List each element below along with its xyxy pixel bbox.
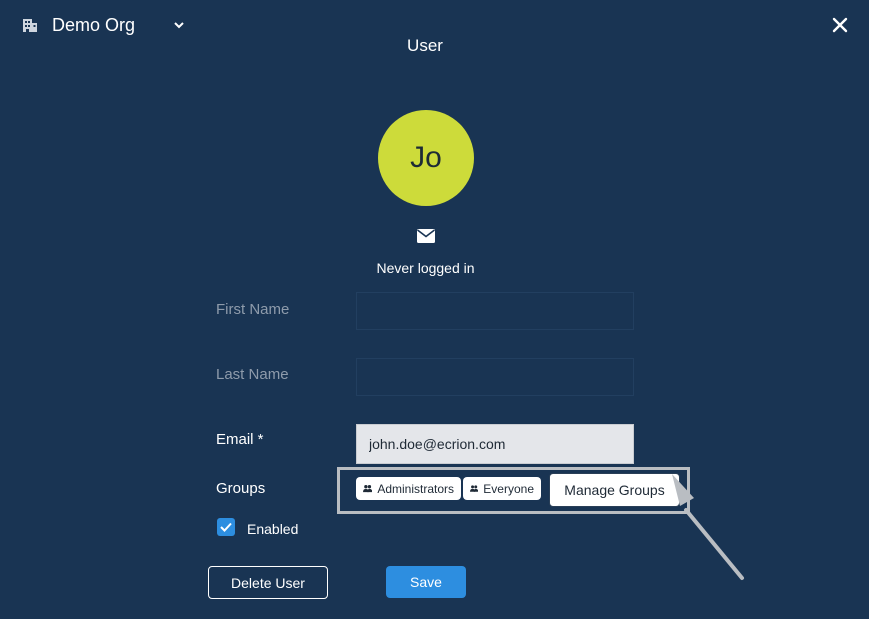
envelope-icon[interactable] bbox=[417, 229, 435, 243]
last-login-status: Never logged in bbox=[376, 260, 475, 276]
groups-label: Groups bbox=[216, 480, 266, 497]
checkmark-icon bbox=[220, 522, 232, 532]
dialog-title: User bbox=[407, 36, 443, 55]
save-button[interactable]: Save bbox=[386, 566, 466, 598]
last-name-label: Last Name bbox=[216, 366, 289, 383]
enabled-checkbox[interactable] bbox=[217, 518, 235, 536]
delete-user-button[interactable]: Delete User bbox=[208, 566, 328, 599]
close-icon[interactable] bbox=[831, 16, 849, 34]
enabled-label: Enabled bbox=[247, 521, 299, 537]
first-name-input[interactable] bbox=[356, 292, 634, 330]
email-field[interactable] bbox=[356, 424, 634, 464]
group-chip-label: Administrators bbox=[377, 481, 454, 496]
org-name: Demo Org bbox=[52, 14, 136, 35]
group-chip-administrators[interactable]: Administrators bbox=[356, 477, 461, 500]
group-icon bbox=[363, 485, 373, 493]
org-selector[interactable]: Demo Org bbox=[22, 12, 185, 38]
group-chip-everyone[interactable]: Everyone bbox=[463, 477, 541, 500]
last-name-input[interactable] bbox=[356, 358, 634, 396]
annotation-arrow-icon bbox=[672, 474, 744, 580]
group-icon bbox=[470, 485, 479, 492]
chevron-down-icon[interactable] bbox=[173, 19, 185, 31]
building-icon bbox=[23, 19, 37, 32]
avatar: Jo bbox=[378, 110, 474, 206]
group-chip-label: Everyone bbox=[483, 481, 534, 496]
first-name-label: First Name bbox=[216, 301, 290, 318]
email-label: Email * bbox=[216, 431, 264, 448]
